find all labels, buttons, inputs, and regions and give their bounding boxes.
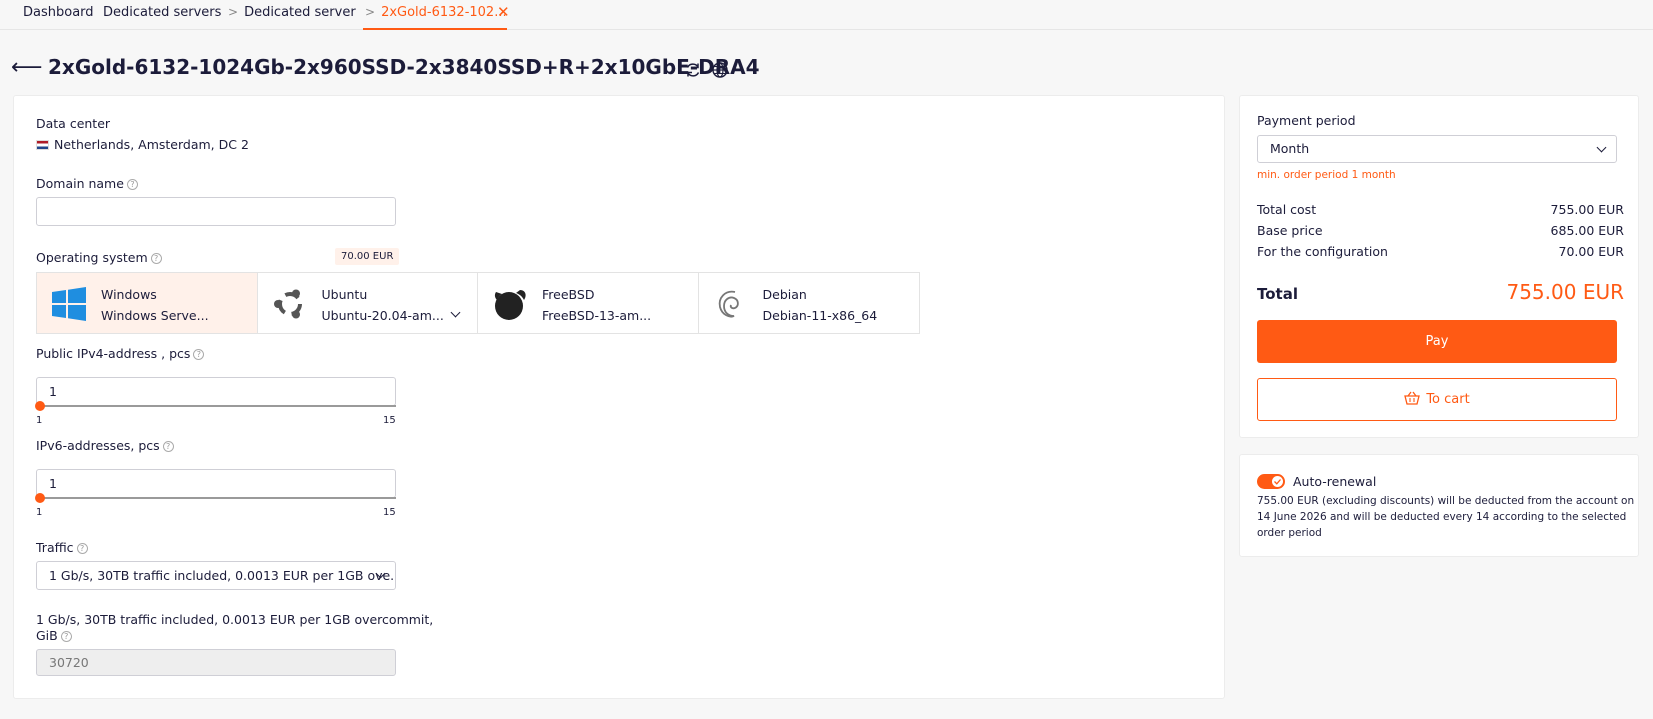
page-title: 2xGold-6132-1024Gb-2x960SSD-2x3840SSD+R+…	[48, 55, 760, 79]
debian-logo-icon	[718, 290, 739, 318]
tab-dedicated-server[interactable]: > Dedicated server	[228, 5, 356, 20]
os-option-windows[interactable]: Windows Windows Serve...	[37, 273, 258, 333]
config-price-value: 70.00 EUR	[1558, 244, 1625, 259]
auto-renewal-toggle[interactable]	[1257, 474, 1285, 489]
traffic-label: Traffic?	[36, 540, 88, 555]
domain-name-input[interactable]	[36, 197, 396, 226]
configuration-card: Data center Netherlands, Amsterdam, DC 2…	[13, 95, 1225, 699]
auto-renewal-note-line3: order period	[1257, 527, 1322, 539]
payment-period-label: Payment period	[1257, 113, 1356, 128]
back-arrow-icon[interactable]: ⟵	[11, 57, 43, 79]
tab-dedicated-servers[interactable]: Dedicated servers	[103, 5, 221, 20]
ipv6-slider-handle[interactable]	[35, 493, 45, 503]
ipv6-label-text: IPv6-addresses, pcs	[36, 438, 160, 453]
tab-bar: Dashboard Dedicated servers > Dedicated s…	[0, 0, 1653, 30]
help-icon[interactable]: ?	[162, 441, 174, 452]
tab-dashboard[interactable]: Dashboard	[23, 5, 94, 20]
ipv6-label: IPv6-addresses, pcs?	[36, 438, 174, 453]
netherlands-flag-icon	[36, 140, 49, 150]
os-name: FreeBSD	[542, 287, 595, 302]
ipv4-max-label: 15	[383, 415, 396, 426]
base-price-value: 685.00 EUR	[1550, 223, 1624, 238]
base-price-label: Base price	[1257, 223, 1323, 238]
auto-renewal-card: Auto-renewal 755.00 EUR (excluding disco…	[1239, 454, 1639, 557]
basket-icon	[1404, 391, 1421, 405]
check-icon	[1274, 479, 1281, 485]
os-label-text: Operating system	[36, 250, 148, 265]
ipv6-max-label: 15	[383, 507, 396, 518]
help-icon[interactable]: ?	[193, 349, 205, 360]
tab-current-server[interactable]: >2xGold-6132-102...	[365, 5, 507, 20]
ipv4-slider-track[interactable]	[40, 405, 396, 407]
os-price-badge: 70.00 EUR	[335, 248, 400, 265]
help-icon[interactable]: ?	[60, 631, 72, 642]
domain-label: Domain name?	[36, 176, 138, 191]
ipv6-count-input[interactable]: 1	[36, 469, 396, 498]
windows-logo-icon	[52, 287, 86, 321]
traffic-select[interactable]: 1 Gb/s, 30TB traffic included, 0.0013 EU…	[36, 561, 396, 590]
config-price-label: For the configuration	[1257, 244, 1388, 259]
ipv4-label: Public IPv4-address , pcs?	[36, 346, 205, 361]
ipv4-slider-handle[interactable]	[35, 401, 45, 411]
active-tab-indicator	[363, 28, 507, 30]
tab-dedicated-server-label: Dedicated server	[244, 5, 356, 20]
ipv4-min-label: 1	[36, 415, 43, 426]
os-version: Ubuntu-20.04-am...	[321, 308, 444, 323]
datacenter-value-text: Netherlands, Amsterdam, DC 2	[54, 137, 249, 152]
to-cart-label: To cart	[1426, 392, 1470, 407]
os-label: Operating system?	[36, 250, 162, 265]
freebsd-logo-icon	[494, 290, 526, 320]
os-selector: Windows Windows Serve... Ubuntu Ubuntu-2…	[36, 272, 920, 334]
os-name: Ubuntu	[321, 287, 368, 302]
to-cart-button[interactable]: To cart	[1257, 378, 1617, 421]
ipv6-min-label: 1	[36, 507, 43, 518]
total-value: 755.00 EUR	[1506, 280, 1624, 304]
domain-label-text: Domain name	[36, 176, 124, 191]
pay-button[interactable]: Pay	[1257, 320, 1617, 363]
tab-current-server-label: 2xGold-6132-102...	[381, 5, 507, 20]
ipv6-slider-track[interactable]	[40, 497, 396, 499]
os-name: Debian	[762, 287, 807, 302]
ubuntu-logo-icon	[273, 289, 302, 319]
auto-renewal-note-line1: 755.00 EUR (excluding discounts) will be…	[1257, 495, 1635, 507]
traffic-amount-input: 30720	[36, 649, 396, 676]
chevron-down-icon[interactable]	[450, 307, 460, 318]
auto-renewal-note-line2: 14 June 2026 and will be deducted every …	[1257, 511, 1627, 523]
min-order-note: min. order period 1 month	[1257, 169, 1396, 181]
os-name: Windows	[101, 287, 157, 302]
datacenter-value: Netherlands, Amsterdam, DC 2	[36, 137, 249, 152]
traffic-label-text: Traffic	[36, 540, 74, 555]
tab-separator: >	[228, 5, 239, 19]
os-version: FreeBSD-13-am...	[542, 308, 652, 323]
os-version: Windows Serve...	[101, 308, 209, 323]
datacenter-label: Data center	[36, 116, 111, 131]
ipv4-label-text: Public IPv4-address , pcs	[36, 346, 191, 361]
tab-separator: >	[365, 5, 376, 19]
globe-icon[interactable]	[711, 61, 729, 79]
help-icon[interactable]: ?	[76, 543, 88, 554]
os-option-ubuntu[interactable]: Ubuntu Ubuntu-20.04-am...	[258, 273, 478, 333]
ipv4-count-input[interactable]: 1	[36, 377, 396, 406]
auto-renewal-label: Auto-renewal	[1293, 474, 1377, 489]
payment-card: Payment period Month min. order period 1…	[1239, 95, 1639, 438]
help-icon[interactable]: ?	[126, 179, 138, 190]
os-option-freebsd[interactable]: FreeBSD FreeBSD-13-am...	[478, 273, 699, 333]
traffic-amount-label-line2: GiB?	[36, 628, 72, 643]
total-cost-value: 755.00 EUR	[1550, 202, 1624, 217]
traffic-amount-label-line1: 1 Gb/s, 30TB traffic included, 0.0013 EU…	[36, 612, 434, 627]
os-option-debian[interactable]: Debian Debian-11-x86_64	[699, 273, 920, 333]
close-icon[interactable]: ✕	[497, 3, 510, 21]
payment-period-select[interactable]: Month	[1257, 135, 1617, 163]
help-icon[interactable]: ?	[150, 253, 162, 264]
traffic-amount-label-line2-text: GiB	[36, 628, 58, 643]
os-version: Debian-11-x86_64	[762, 308, 878, 323]
total-cost-label: Total cost	[1257, 202, 1317, 217]
refresh-icon[interactable]	[684, 61, 702, 79]
total-label: Total	[1257, 285, 1298, 303]
toggle-knob	[1272, 476, 1283, 487]
